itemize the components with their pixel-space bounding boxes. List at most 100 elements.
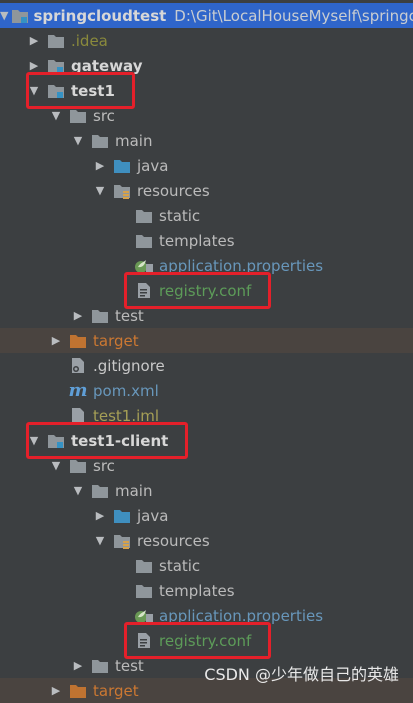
tree-item-label: test1.iml (93, 406, 160, 425)
tree-row[interactable]: static (0, 553, 413, 578)
collapsed-arrow-icon[interactable]: ▶ (26, 59, 42, 72)
source-folder-icon (111, 157, 133, 175)
tree-item-label: test1 (71, 81, 115, 100)
tree-row[interactable]: ▶ gateway (0, 53, 413, 78)
expanded-arrow-icon[interactable]: ▼ (92, 534, 108, 547)
module-folder-icon (11, 7, 29, 25)
tree-item-label: main (115, 131, 153, 150)
project-path: D:\Git\LocalHouseMyself\springc (174, 6, 413, 25)
text-file-icon (133, 632, 155, 650)
tree-row[interactable]: application.properties (0, 603, 413, 628)
module-folder-icon (45, 432, 67, 450)
tree-item-label: resources (137, 531, 210, 550)
tree-item-label: registry.conf (159, 631, 252, 650)
tree-row[interactable]: ▼ src (0, 103, 413, 128)
tree-item-label: static (159, 556, 201, 575)
tree-row[interactable]: ▶ target (0, 328, 413, 353)
tree-item-label: src (93, 456, 115, 475)
module-folder-icon (45, 57, 67, 75)
tree-item-label: templates (159, 231, 235, 250)
collapsed-arrow-icon[interactable]: ▶ (48, 684, 64, 697)
tree-row[interactable]: application.properties (0, 253, 413, 278)
tree-row[interactable]: ▼ main (0, 128, 413, 153)
tree-item-label: templates (159, 581, 235, 600)
resources-folder-icon (111, 182, 133, 200)
collapsed-arrow-icon[interactable]: ▶ (92, 159, 108, 172)
resources-folder-icon (111, 532, 133, 550)
tree-item-label: test1-client (71, 431, 169, 450)
excluded-folder-icon (67, 332, 89, 350)
expanded-arrow-icon[interactable]: ▼ (0, 9, 8, 22)
tree-item-label: resources (137, 181, 210, 200)
folder-icon (45, 32, 67, 50)
tree-row[interactable]: ▶ java (0, 503, 413, 528)
tree-item-label: gateway (71, 56, 143, 75)
module-folder-icon (45, 82, 67, 100)
folder-icon (89, 482, 111, 500)
tree-item-label: static (159, 206, 201, 225)
tree-item-label: target (93, 331, 139, 350)
folder-icon (89, 657, 111, 675)
tree-row[interactable]: ▼ resources (0, 528, 413, 553)
expanded-arrow-icon[interactable]: ▼ (70, 484, 86, 497)
tree-row[interactable]: test1.iml (0, 403, 413, 428)
collapsed-arrow-icon[interactable]: ▶ (26, 34, 42, 47)
gitignore-file-icon (67, 357, 89, 375)
tree-row[interactable]: ▼ test1-client (0, 428, 413, 453)
tree-row[interactable]: ▼ springcloudtest D:\Git\LocalHouseMyself\… (0, 3, 413, 28)
tree-row[interactable]: ▼ resources (0, 178, 413, 203)
folder-icon (67, 107, 89, 125)
tree-item-label: src (93, 106, 115, 125)
tree-row[interactable]: ▼ src (0, 453, 413, 478)
expanded-arrow-icon[interactable]: ▼ (70, 134, 86, 147)
tree-item-label: .gitignore (93, 356, 165, 375)
tree-item-label: main (115, 481, 153, 500)
spring-properties-icon (133, 607, 155, 625)
folder-icon (67, 457, 89, 475)
tree-row[interactable]: ▼ test1 (0, 78, 413, 103)
tree-row[interactable]: static (0, 203, 413, 228)
expanded-arrow-icon[interactable]: ▼ (48, 109, 64, 122)
tree-row[interactable]: ▶ java (0, 153, 413, 178)
text-file-icon (133, 282, 155, 300)
folder-icon (133, 557, 155, 575)
maven-icon: m (68, 380, 88, 401)
tree-item-label: springcloudtest (33, 6, 167, 25)
tree-item-label: registry.conf (159, 281, 252, 300)
tree-item-label: java (137, 156, 169, 175)
tree-row[interactable]: .gitignore (0, 353, 413, 378)
collapsed-arrow-icon[interactable]: ▶ (70, 659, 86, 672)
iml-file-icon (67, 407, 89, 425)
tree-row[interactable]: ▼ main (0, 478, 413, 503)
tree-row[interactable]: ▶ .idea (0, 28, 413, 53)
collapsed-arrow-icon[interactable]: ▶ (70, 309, 86, 322)
expanded-arrow-icon[interactable]: ▼ (26, 434, 42, 447)
folder-icon (89, 307, 111, 325)
tree-row[interactable]: ▶ test (0, 303, 413, 328)
tree-item-label: application.properties (159, 606, 324, 625)
tree-row[interactable]: templates (0, 228, 413, 253)
expanded-arrow-icon[interactable]: ▼ (26, 84, 42, 97)
folder-icon (133, 232, 155, 250)
watermark: CSDN @少年做自己的英雄 (204, 665, 399, 684)
collapsed-arrow-icon[interactable]: ▶ (92, 509, 108, 522)
collapsed-arrow-icon[interactable]: ▶ (48, 334, 64, 347)
tree-row[interactable]: registry.conf (0, 628, 413, 653)
tree-item-label: test (115, 656, 144, 675)
spring-properties-icon (133, 257, 155, 275)
tree-item-label: target (93, 681, 139, 700)
folder-icon (89, 132, 111, 150)
tree-row[interactable]: registry.conf (0, 278, 413, 303)
tree-row[interactable]: m pom.xml (0, 378, 413, 403)
tree-item-label: test (115, 306, 144, 325)
tree-row[interactable]: templates (0, 578, 413, 603)
tree-item-label: pom.xml (93, 381, 159, 400)
excluded-folder-icon (67, 682, 89, 700)
tree-item-label: java (137, 506, 169, 525)
expanded-arrow-icon[interactable]: ▼ (92, 184, 108, 197)
tree-item-label: .idea (71, 31, 108, 50)
folder-icon (133, 582, 155, 600)
tree-item-label: application.properties (159, 256, 324, 275)
folder-icon (133, 207, 155, 225)
expanded-arrow-icon[interactable]: ▼ (48, 459, 64, 472)
